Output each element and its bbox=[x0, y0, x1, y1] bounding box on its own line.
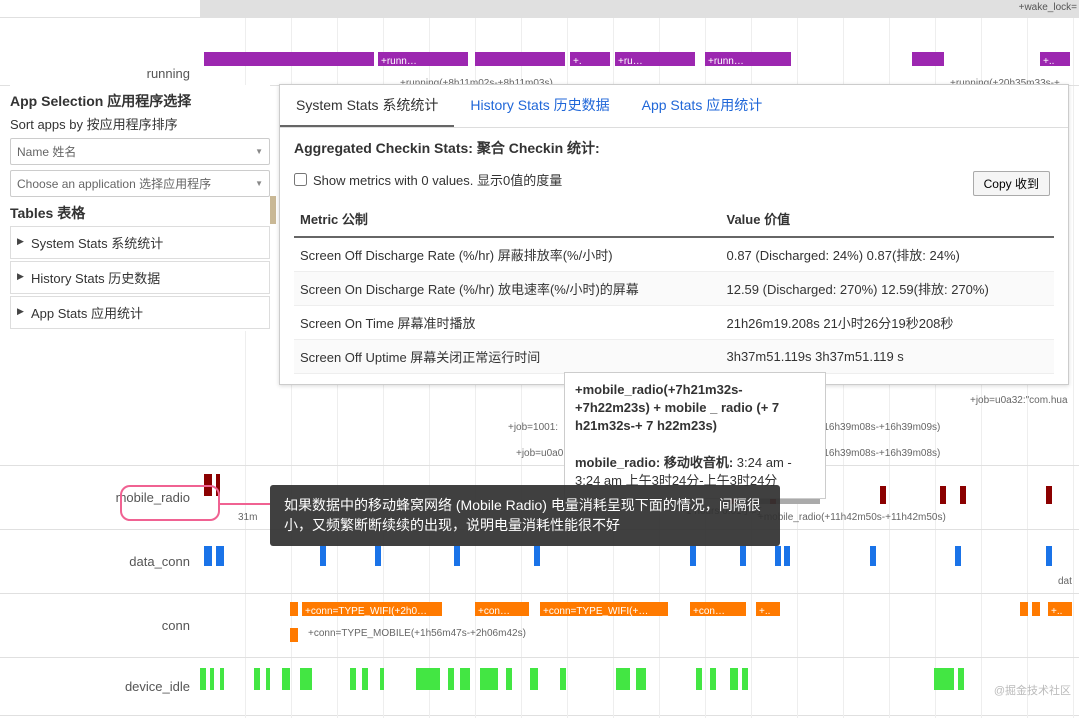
table-row: Screen On Time 屏幕准时播放21h26m19.208s 21小时2… bbox=[294, 306, 1054, 340]
sidebar: App Selection 应用程序选择 Sort apps by 按应用程序排… bbox=[10, 85, 270, 331]
sidebar-item-system-stats[interactable]: System Stats 系统统计 bbox=[10, 226, 270, 259]
chevron-down-icon: ▼ bbox=[255, 179, 263, 188]
sidebar-item-app-stats[interactable]: App Stats 应用统计 bbox=[10, 296, 270, 329]
row-running: running +runn… +. +ru… +runn… +.. +runni… bbox=[0, 18, 1079, 86]
row-device-idle: device_idle bbox=[0, 658, 1079, 716]
table-row: Screen Off Discharge Rate (%/hr) 屏蔽排放率(%… bbox=[294, 237, 1054, 272]
tab-app-stats[interactable]: App Stats 应用统计 bbox=[626, 85, 779, 127]
chevron-down-icon: ▼ bbox=[255, 147, 263, 156]
metrics-table: Metric 公制 Value 价值 Screen Off Discharge … bbox=[294, 201, 1054, 374]
row-label: running bbox=[0, 18, 200, 85]
copy-button[interactable]: Copy 收到 bbox=[973, 171, 1050, 196]
tab-history-stats[interactable]: History Stats 历史数据 bbox=[454, 85, 625, 127]
tabs: System Stats 系统统计 History Stats 历史数据 App… bbox=[280, 85, 1068, 128]
row-conn: conn +conn=TYPE_WIFI(+2h0… +con… +conn=T… bbox=[0, 594, 1079, 658]
show-zero-label: Show metrics with 0 values. 显示0值的度量 bbox=[313, 170, 562, 189]
top-strip: +wake_lock= bbox=[0, 0, 1079, 18]
name-dropdown[interactable]: Name 姓名 ▼ bbox=[10, 138, 270, 165]
col-metric: Metric 公制 bbox=[294, 201, 720, 237]
table-row: Screen Off Uptime 屏幕关闭正常运行时间3h37m51.119s… bbox=[294, 340, 1054, 374]
row-label: device_idle bbox=[0, 658, 200, 715]
sort-by-label: Sort apps by 按应用程序排序 bbox=[10, 114, 270, 133]
highlight-annotation bbox=[120, 485, 220, 521]
highlight-line bbox=[220, 503, 270, 505]
tab-system-stats[interactable]: System Stats 系统统计 bbox=[280, 85, 454, 127]
sidebar-item-history-stats[interactable]: History Stats 历史数据 bbox=[10, 261, 270, 294]
wake-lock-text: +wake_lock= bbox=[1019, 2, 1077, 13]
dark-annotation: 如果数据中的移动蜂窝网络 (Mobile Radio) 电量消耗呈现下面的情况，… bbox=[270, 485, 780, 546]
choose-app-dropdown[interactable]: Choose an application 选择应用程序 ▼ bbox=[10, 170, 270, 197]
tables-title: Tables 表格 bbox=[10, 203, 270, 223]
col-value: Value 价值 bbox=[720, 201, 1054, 237]
watermark: @掘金技术社区 bbox=[994, 682, 1071, 698]
app-selection-title: App Selection 应用程序选择 bbox=[10, 91, 270, 111]
aggregated-title: Aggregated Checkin Stats: 聚合 Checkin 统计: bbox=[294, 138, 1054, 158]
stats-panel: System Stats 系统统计 History Stats 历史数据 App… bbox=[279, 84, 1069, 385]
tooltip-mobile-radio: +mobile_radio(+7h21m32s-+7h22m23s) + mob… bbox=[564, 372, 826, 499]
show-zero-checkbox[interactable] bbox=[294, 173, 307, 186]
row-label: data_conn bbox=[0, 530, 200, 593]
row-label: conn bbox=[0, 594, 200, 657]
table-row: Screen On Discharge Rate (%/hr) 放电速率(%/小… bbox=[294, 272, 1054, 306]
